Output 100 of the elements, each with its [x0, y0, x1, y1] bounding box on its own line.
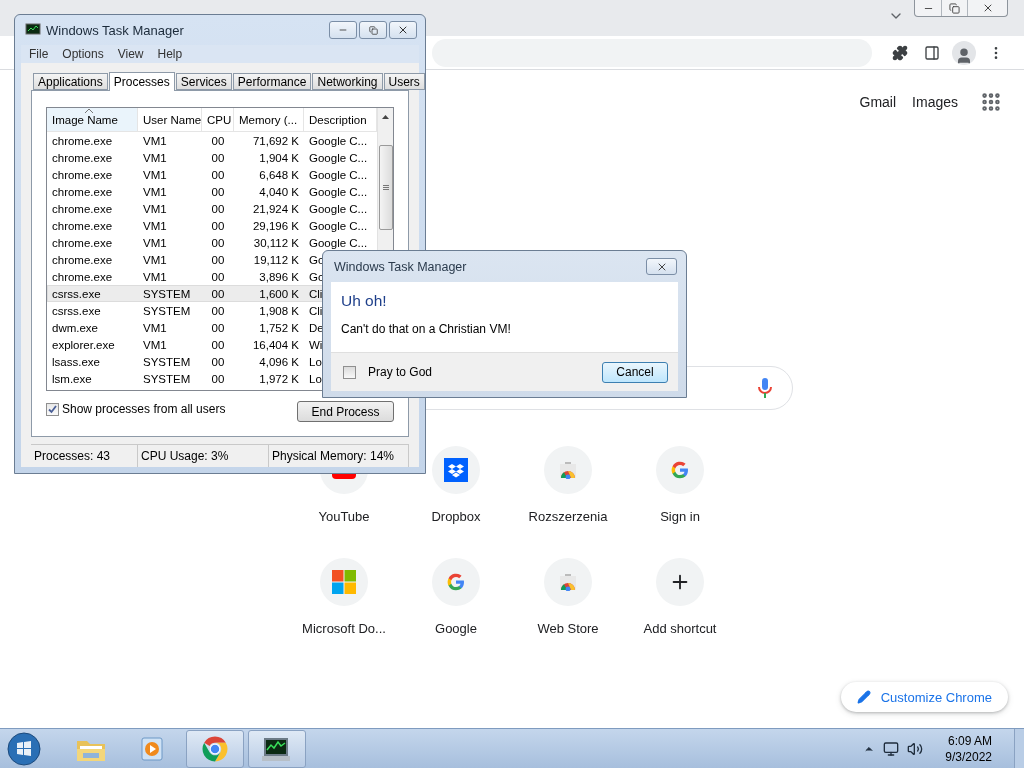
- column-header[interactable]: Memory (...: [234, 108, 304, 131]
- table-cell: VM1: [143, 202, 167, 215]
- monitor-chart-icon: [25, 23, 41, 37]
- table-cell: VM1: [143, 253, 167, 266]
- web-store-icon: [559, 461, 577, 479]
- start-button[interactable]: [7, 731, 41, 766]
- shortcut-label[interactable]: YouTube: [318, 509, 370, 524]
- table-cell: Google C...: [309, 168, 368, 181]
- table-cell: 6,648 K: [259, 168, 299, 181]
- table-cell: 00: [211, 219, 225, 232]
- column-header[interactable]: Image Name: [47, 108, 138, 131]
- microphone-icon[interactable]: [758, 378, 772, 398]
- four-squares-icon: [332, 570, 356, 594]
- clock[interactable]: 6:09 AM 9/3/2022: [945, 732, 992, 765]
- process-row[interactable]: chrome.exe VM1 00 21,924 K Google C...: [47, 200, 377, 217]
- table-cell: VM1: [143, 338, 167, 351]
- process-row[interactable]: chrome.exe VM1 00 71,692 K Google C...: [47, 132, 377, 149]
- header-link[interactable]: Gmail: [859, 94, 897, 110]
- shortcut-label[interactable]: Add shortcut: [643, 621, 717, 636]
- table-cell: Cli: [309, 304, 323, 317]
- table-cell: VM1: [143, 168, 167, 181]
- google-g-icon: [670, 460, 690, 480]
- status-text: CPU Usage: 3%: [138, 445, 269, 467]
- checkbox[interactable]: [46, 402, 59, 416]
- tab[interactable]: Processes: [108, 72, 175, 91]
- close-button[interactable]: [646, 258, 677, 275]
- shortcut-label[interactable]: Rozszerzenia: [528, 509, 608, 524]
- table-cell: 00: [211, 202, 225, 215]
- menu-item[interactable]: File: [29, 47, 49, 61]
- table-cell: 00: [211, 338, 225, 351]
- table-cell: Wi: [309, 338, 323, 351]
- table-cell: chrome.exe: [52, 134, 113, 147]
- table-cell: 1,908 K: [259, 304, 299, 317]
- shortcut-label[interactable]: Microsoft Do...: [302, 621, 386, 636]
- cancel-button[interactable]: Cancel: [602, 361, 668, 383]
- table-cell: VM1: [143, 151, 167, 164]
- tab[interactable]: Applications: [33, 73, 108, 90]
- table-cell: 29,196 K: [252, 219, 299, 232]
- table-cell: 00: [211, 185, 225, 198]
- profile-avatar[interactable]: [952, 40, 976, 65]
- shortcut-label[interactable]: Sign in: [660, 509, 700, 524]
- process-row[interactable]: chrome.exe VM1 00 1,904 K Google C...: [47, 149, 377, 166]
- column-header[interactable]: User Name: [138, 108, 202, 131]
- checkbox[interactable]: [343, 365, 356, 379]
- table-cell: 1,752 K: [259, 321, 299, 334]
- shortcut-label[interactable]: Google: [435, 621, 477, 636]
- table-cell: SYSTEM: [143, 372, 191, 385]
- table-cell: VM1: [143, 236, 167, 249]
- table-cell: chrome.exe: [52, 219, 113, 232]
- network-icon[interactable]: [883, 740, 900, 757]
- column-header[interactable]: CPU: [202, 108, 234, 131]
- menu-item[interactable]: Help: [157, 47, 183, 61]
- table-cell: chrome.exe: [52, 185, 113, 198]
- side-panel-icon[interactable]: [924, 44, 940, 61]
- table-cell: Lo: [309, 372, 322, 385]
- volume-icon[interactable]: [907, 740, 924, 757]
- process-row[interactable]: chrome.exe VM1 00 6,648 K Google C...: [47, 166, 377, 183]
- end-process-button[interactable]: End Process: [297, 401, 394, 422]
- header-link[interactable]: Images: [912, 94, 958, 110]
- table-cell: dwm.exe: [52, 321, 99, 334]
- puzzle-icon[interactable]: [892, 44, 908, 61]
- table-cell: 00: [211, 287, 225, 300]
- table-cell: Google C...: [309, 219, 368, 232]
- table-cell: SYSTEM: [143, 287, 191, 300]
- table-cell: 00: [211, 321, 225, 334]
- table-cell: 00: [211, 304, 225, 317]
- web-store-icon: [559, 573, 577, 591]
- apps-grid-icon[interactable]: [980, 91, 1002, 113]
- table-cell: chrome.exe: [52, 253, 113, 266]
- google-g-icon: [446, 572, 466, 592]
- close-icon: [397, 24, 409, 36]
- scroll-thumb[interactable]: [378, 145, 393, 230]
- minimize-button[interactable]: [329, 21, 357, 39]
- menu-item[interactable]: Options: [62, 47, 104, 61]
- customize-button[interactable]: Customize Chrome: [840, 682, 1008, 712]
- restore-icon: [949, 2, 960, 14]
- close-button[interactable]: [389, 21, 417, 39]
- table-cell: chrome.exe: [52, 202, 113, 215]
- table-cell: 1,904 K: [259, 151, 299, 164]
- table-cell: 00: [211, 134, 225, 147]
- process-row[interactable]: chrome.exe VM1 00 29,196 K Google C...: [47, 217, 377, 234]
- process-row[interactable]: chrome.exe VM1 00 30,112 K Google C...: [47, 234, 377, 251]
- table-cell: Google C...: [309, 185, 368, 198]
- sort-caret-icon: [85, 109, 93, 113]
- table-cell: 1,972 K: [259, 372, 299, 385]
- process-row[interactable]: chrome.exe VM1 00 4,040 K Google C...: [47, 183, 377, 200]
- table-cell: chrome.exe: [52, 236, 113, 249]
- shortcut-label[interactable]: Dropbox: [431, 509, 481, 524]
- table-cell: 4,096 K: [259, 355, 299, 368]
- restore-icon: [368, 25, 378, 35]
- tab[interactable]: Users: [383, 73, 425, 90]
- tab[interactable]: Networking: [312, 73, 383, 90]
- table-cell: 00: [211, 372, 225, 385]
- scroll-up-icon[interactable]: [382, 115, 389, 119]
- tab[interactable]: Performance: [232, 73, 312, 90]
- shortcut-label[interactable]: Web Store: [537, 621, 599, 636]
- tab[interactable]: Services: [175, 73, 232, 90]
- table-cell: 00: [211, 355, 225, 368]
- table-cell: csrss.exe: [52, 287, 101, 300]
- menu-item[interactable]: View: [117, 47, 144, 61]
